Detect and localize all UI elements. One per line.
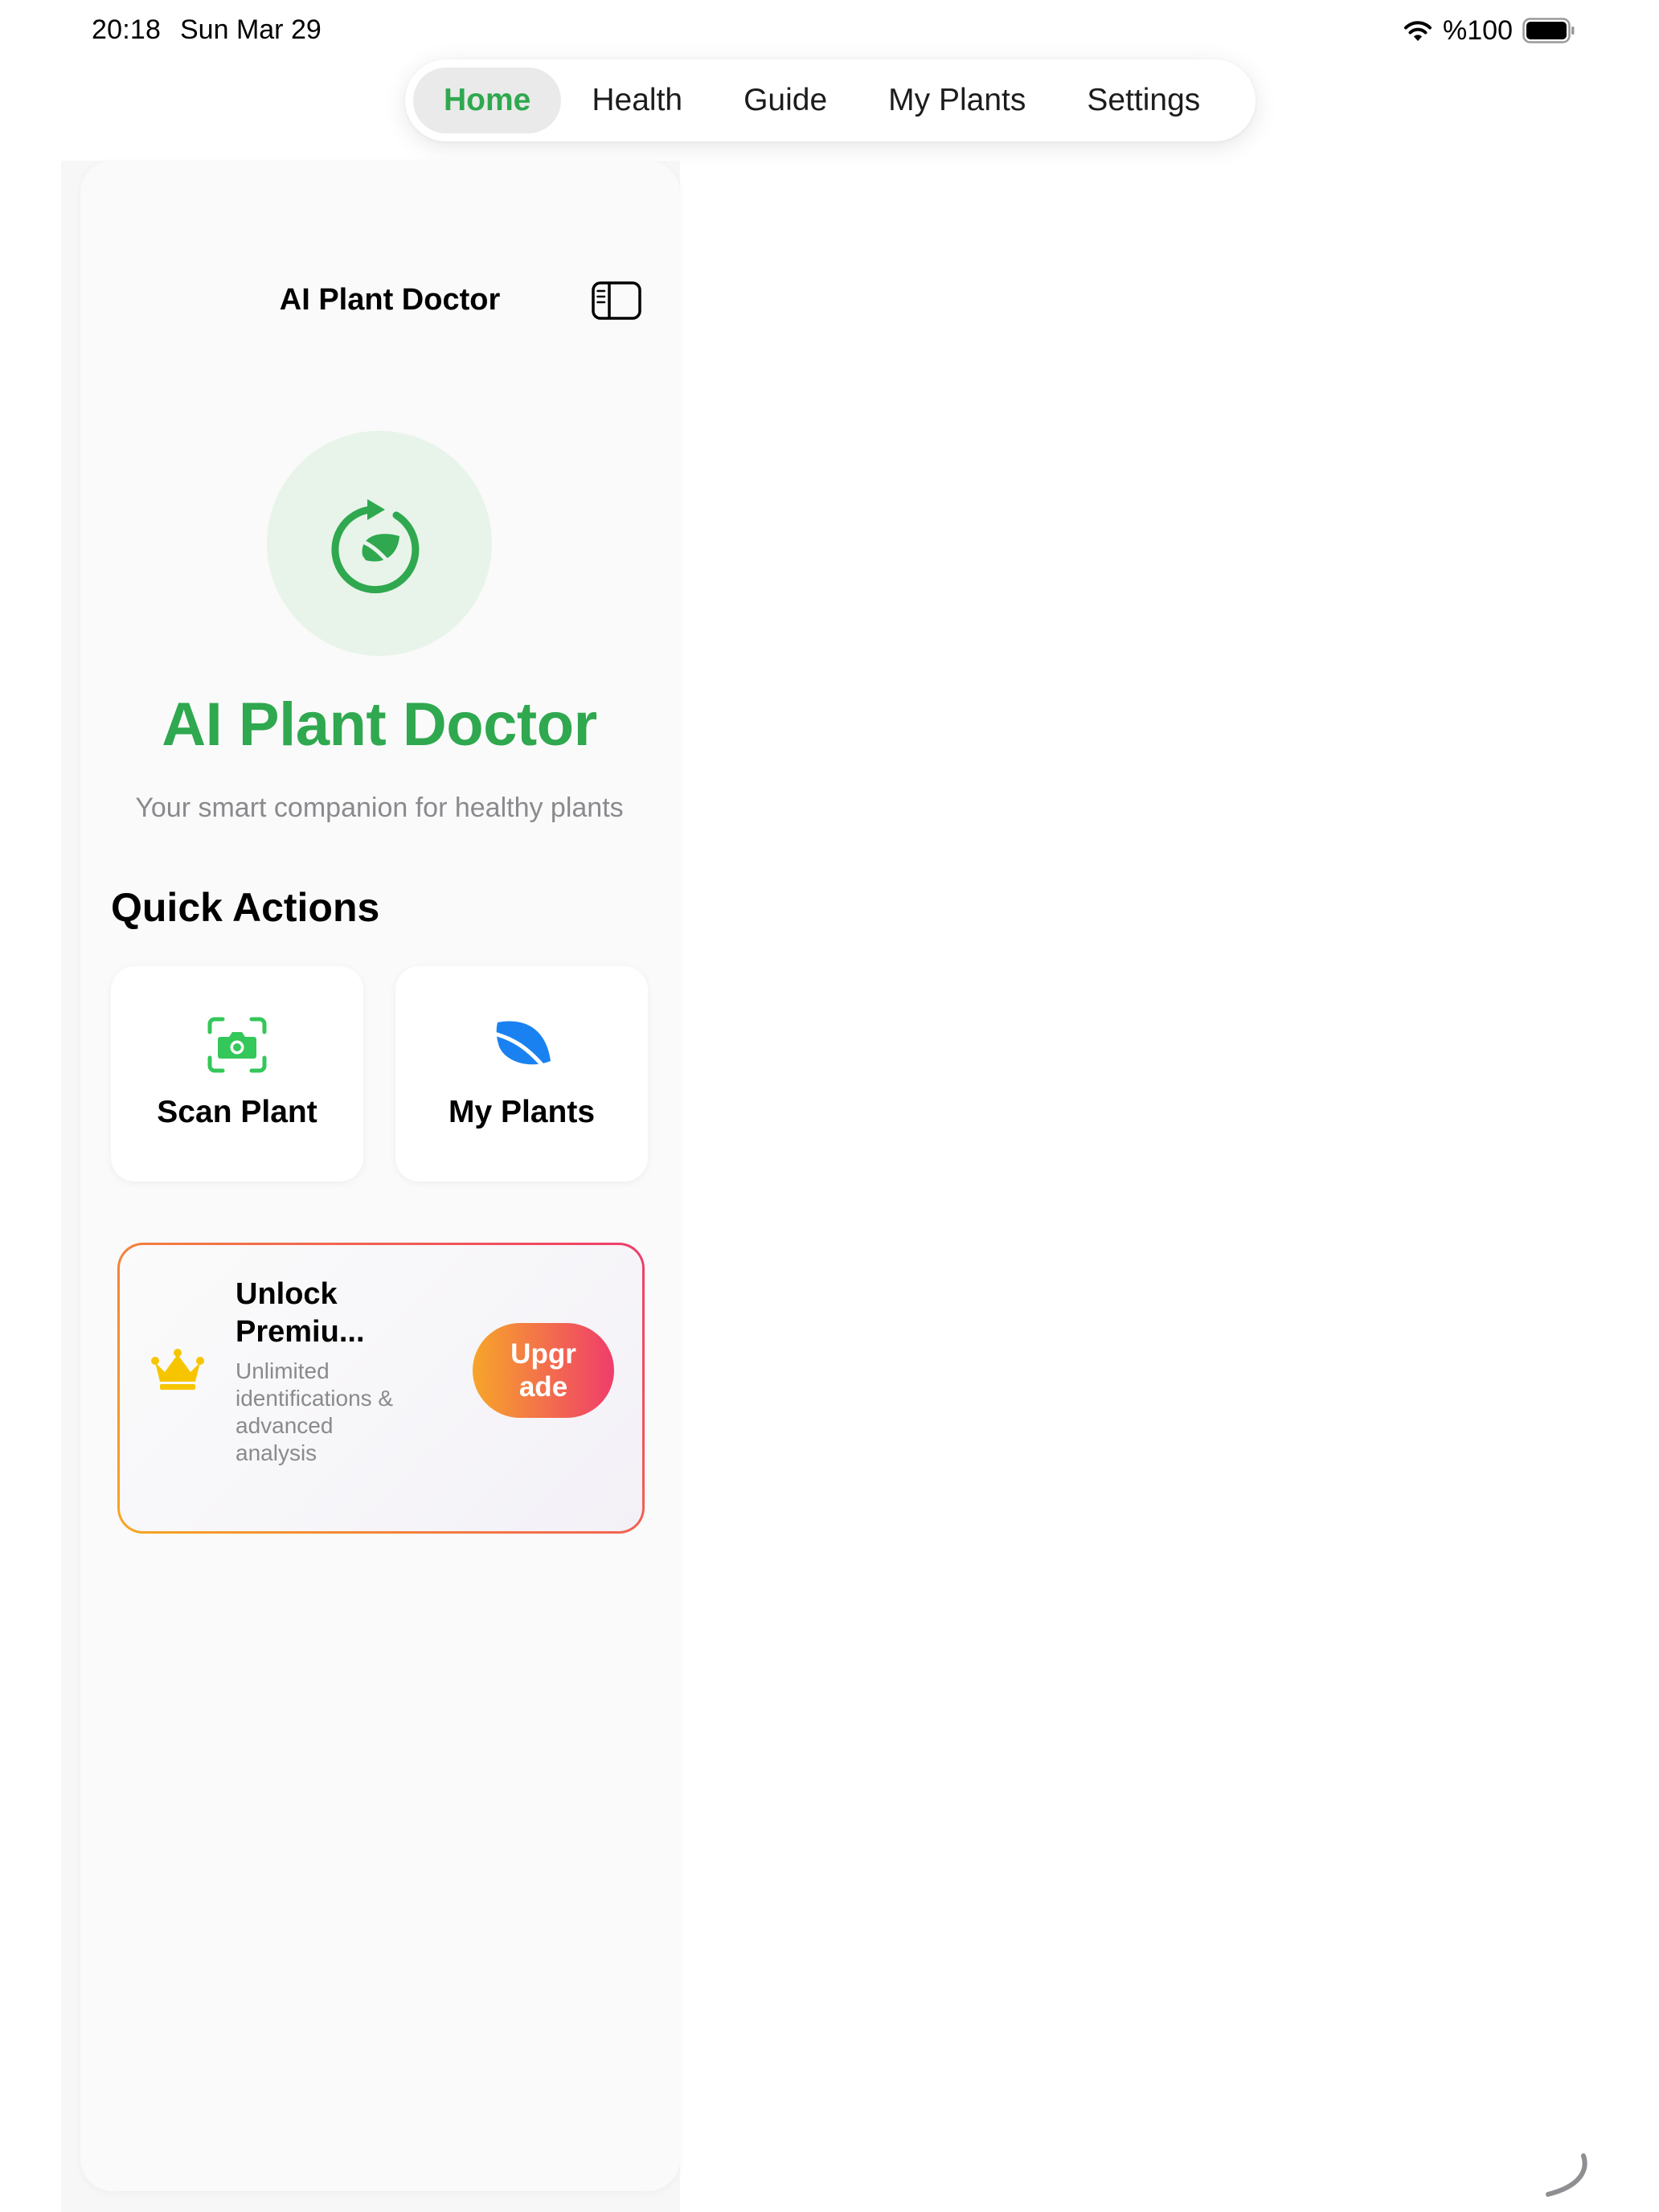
- tab-home[interactable]: Home: [413, 68, 562, 133]
- tab-my-plants[interactable]: My Plants: [858, 68, 1056, 133]
- status-date: Sun Mar 29: [180, 14, 322, 45]
- app-tagline: Your smart companion for healthy plants: [135, 793, 624, 823]
- top-tab-bar: Home Health Guide My Plants Settings: [405, 59, 1256, 141]
- camera-scan-icon: [207, 1017, 267, 1073]
- my-plants-label: My Plants: [448, 1095, 596, 1129]
- premium-title: Unlock Premiu...: [236, 1277, 365, 1349]
- premium-description: Unlimited identifications & advanced ana…: [236, 1358, 394, 1465]
- plant-refresh-icon: [331, 499, 420, 594]
- tab-guide[interactable]: Guide: [713, 68, 858, 133]
- premium-banner: Unlock Premiu... Unlimited identificatio…: [117, 1243, 645, 1534]
- loading-spinner-icon: [1546, 2153, 1587, 2197]
- upgrade-button[interactable]: Upgrade: [473, 1323, 614, 1418]
- battery-icon: [1522, 18, 1575, 43]
- scan-plant-button[interactable]: Scan Plant: [111, 966, 363, 1182]
- crown-icon: [151, 1349, 204, 1390]
- sidebar-panel: AI Plant Doctor AI Plant Doctor Your sma…: [80, 161, 680, 2191]
- tab-settings[interactable]: Settings: [1056, 68, 1231, 133]
- upgrade-button-label: Upgrade: [510, 1338, 576, 1403]
- tab-health[interactable]: Health: [561, 68, 713, 133]
- status-indicators: %100: [1403, 14, 1575, 47]
- app-logo: [267, 431, 492, 656]
- sidebar-toggle-icon[interactable]: [592, 281, 641, 320]
- status-time: 20:18: [92, 14, 162, 45]
- status-bar: 20:18 Sun Mar 29 %100: [0, 0, 1659, 61]
- scan-plant-label: Scan Plant: [157, 1095, 317, 1129]
- quick-actions-title: Quick Actions: [111, 885, 380, 930]
- battery-percentage: %100: [1443, 14, 1513, 46]
- my-plants-button[interactable]: My Plants: [395, 966, 648, 1182]
- wifi-icon: [1404, 21, 1432, 41]
- leaf-icon: [492, 1021, 551, 1070]
- app-name-heading: AI Plant Doctor: [162, 690, 597, 759]
